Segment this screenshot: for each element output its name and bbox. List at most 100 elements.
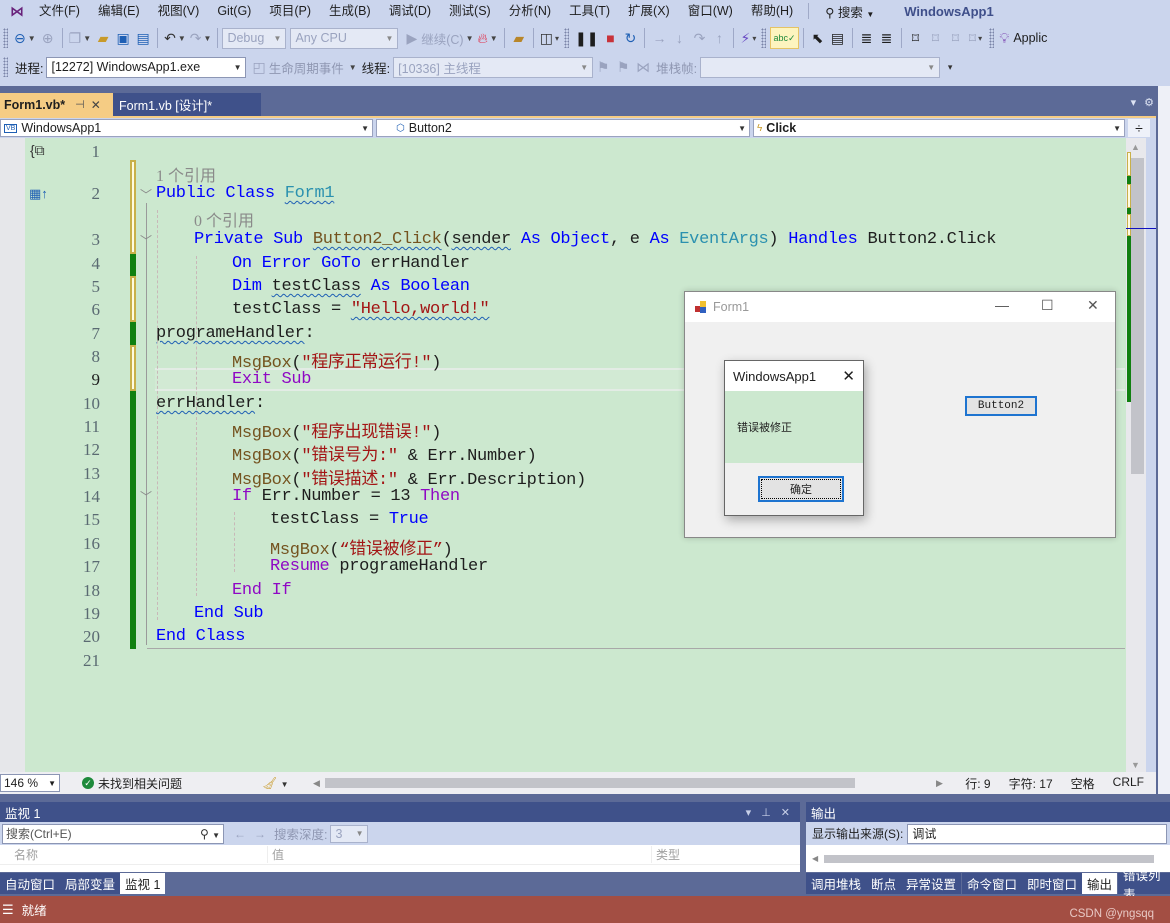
close-icon[interactable]: ✕ [91,98,101,112]
flag-threads-button[interactable]: ⚑ [613,56,633,78]
properties-panel-collapsed[interactable] [1156,86,1170,796]
next-bookmark-button[interactable]: ⌑ [946,27,966,49]
tab-error-list[interactable]: 错误列表 [1118,869,1170,902]
restart-button[interactable]: ↻ [620,27,640,49]
gear-icon[interactable]: ⚙ [1144,96,1154,109]
toolbar-grip[interactable] [563,28,569,48]
maximize-button[interactable]: ☐ [1041,297,1054,314]
toolbar-grip[interactable] [761,28,767,48]
menu-edit[interactable]: 编辑(E) [89,1,149,21]
button2[interactable]: Button2 [965,396,1037,416]
show-threads-button[interactable]: ⋈ [633,56,653,78]
navigate-forward-button[interactable]: ⊕ [38,27,58,49]
applic-button[interactable]: 💡︎ Applic [998,27,1050,49]
event-dropdown[interactable]: ϟ Click ▼ [753,119,1125,137]
codelens-references[interactable]: 0 个引用 [194,207,254,231]
visual-studio-logo-icon[interactable]: ⋈ [4,1,30,21]
select-element-button[interactable]: ⬉ [808,27,828,49]
menu-test[interactable]: 测试(S) [440,1,500,21]
menu-extensions[interactable]: 扩展(X) [619,1,679,21]
menu-view[interactable]: 视图(V) [149,1,209,21]
menu-analyze[interactable]: 分析(N) [500,1,560,21]
tab-call-stack[interactable]: 调用堆栈 [806,873,867,894]
platform-dropdown[interactable]: Any CPU ▼ [290,27,399,49]
column-value[interactable]: 值 [268,846,652,863]
watch-search-input[interactable]: 搜索(Ctrl+E) ⚲ ▼ [2,823,224,844]
fold-toggle-icon[interactable]: ﹀ [140,186,152,203]
output-source-dropdown[interactable]: 调试 [907,823,1168,844]
split-editor-button[interactable]: ÷ [1128,119,1150,137]
redo-button[interactable]: ↷ ▼ [188,27,214,49]
ok-button[interactable]: 确定 [758,476,844,502]
char-indicator[interactable]: 字符: 17 [1009,775,1053,792]
tab-form1-code[interactable]: Form1.vb* ⊣ ✕ [0,93,113,116]
find-in-files-button[interactable]: ▰ [509,27,529,49]
minimize-button[interactable]: — [995,297,1009,313]
continue-button[interactable]: ▶ 继续(C) ▼ [404,27,475,49]
code-cleanup-button[interactable]: 🧹︎ ▼ [262,776,289,790]
scroll-left-icon[interactable]: ◀ [313,778,320,789]
object-dropdown[interactable]: ⬡ Button2 ▼ [376,119,750,137]
tab-immediate-window[interactable]: 即时窗口 [1022,873,1083,894]
tab-exception-settings[interactable]: 异常设置 [901,873,962,894]
tool-window-splitter[interactable] [0,794,1170,802]
toolbar-overflow-button[interactable]: ▾ [940,56,960,78]
stackframe-dropdown[interactable]: ▼ [700,56,941,78]
hot-reload-button[interactable]: 🔥︎ ▼ [476,27,500,49]
tab-form1-designer[interactable]: Form1.vb [设计]* [113,93,261,116]
step-over-button[interactable]: ↷ [689,27,709,49]
prev-bookmark-button[interactable]: ⌑ [926,27,946,49]
issues-indicator[interactable]: ✓ 未找到相关问题 [82,775,182,792]
fold-toggle-icon[interactable]: ﹀ [140,488,152,505]
scrollbar-thumb[interactable] [1131,158,1144,474]
clear-bookmarks-button[interactable]: ⌑ ▾ [966,27,986,49]
project-dropdown[interactable]: VB WindowsApp1 ▼ [0,119,373,137]
column-name[interactable]: 名称 [0,846,268,863]
tab-watch1[interactable]: 监视 1 [120,873,166,894]
step-out-button[interactable]: ↑ [709,27,729,49]
step-into-button[interactable]: ↓ [669,27,689,49]
stop-debugging-button[interactable]: ■ [600,27,620,49]
zoom-dropdown[interactable]: 146 % ▼ [0,774,60,792]
tab-command-window[interactable]: 命令窗口 [962,873,1023,894]
pin-icon[interactable]: ⊥ [761,806,771,819]
indent-indicator[interactable]: 空格 [1071,775,1095,792]
pin-icon[interactable]: ⊣ [75,98,85,111]
form1-title-bar[interactable]: Form1 — ☐ ✕ [685,292,1115,322]
spell-check-button[interactable]: abc✓ [770,27,799,49]
toolbar-grip[interactable] [3,28,8,48]
line-ending-indicator[interactable]: CRLF [1113,775,1144,792]
menu-window[interactable]: 窗口(W) [679,1,742,21]
line-indicator[interactable]: 行: 9 [965,775,990,792]
scroll-right-icon[interactable]: ▶ [936,778,943,789]
process-dropdown[interactable]: [12272] WindowsApp1.exe ▼ [46,56,247,78]
bookmark-button[interactable]: ⌑ [906,27,926,49]
tab-locals[interactable]: 局部变量 [60,873,121,894]
toolbar-grip[interactable] [3,57,8,77]
tab-list-dropdown-icon[interactable]: ▾ [1131,96,1137,109]
save-all-button[interactable]: ▤ [133,27,153,49]
menu-debug[interactable]: 调试(D) [380,1,440,21]
tab-autos[interactable]: 自动窗口 [0,873,61,894]
menu-project[interactable]: 项目(P) [260,1,320,21]
open-file-button[interactable]: ▰ [93,27,113,49]
toolbar-grip[interactable] [988,28,994,48]
lifecycle-events-button[interactable]: ◰ 生命周期事件 ▼ [250,56,358,78]
menu-help[interactable]: 帮助(H) [742,1,802,21]
scroll-up-icon[interactable]: ▲ [1131,142,1140,152]
thread-dropdown[interactable]: [10336] 主线程 ▼ [393,56,594,78]
search-menu[interactable]: ⚲ 搜索 ▼ [815,2,884,21]
undo-button[interactable]: ↶ ▼ [162,27,188,49]
codelens-references[interactable]: 1 个引用 [156,162,216,186]
column-type[interactable]: 类型 [652,846,780,863]
close-button[interactable]: ✕ [842,367,855,385]
window-menu-icon[interactable]: ▾ [746,806,752,819]
notification-icon[interactable]: ☰ [2,902,14,918]
menu-build[interactable]: 生成(B) [320,1,380,21]
new-project-button[interactable]: ❐ ▼ [67,27,93,49]
tab-output[interactable]: 输出 [1082,873,1118,894]
show-next-statement-button[interactable]: → [649,27,669,49]
hot-reload-options-button[interactable]: ▤ [828,27,848,49]
search-prev-icon[interactable]: ← [234,827,246,841]
editor-horizontal-scrollbar[interactable] [325,778,855,788]
